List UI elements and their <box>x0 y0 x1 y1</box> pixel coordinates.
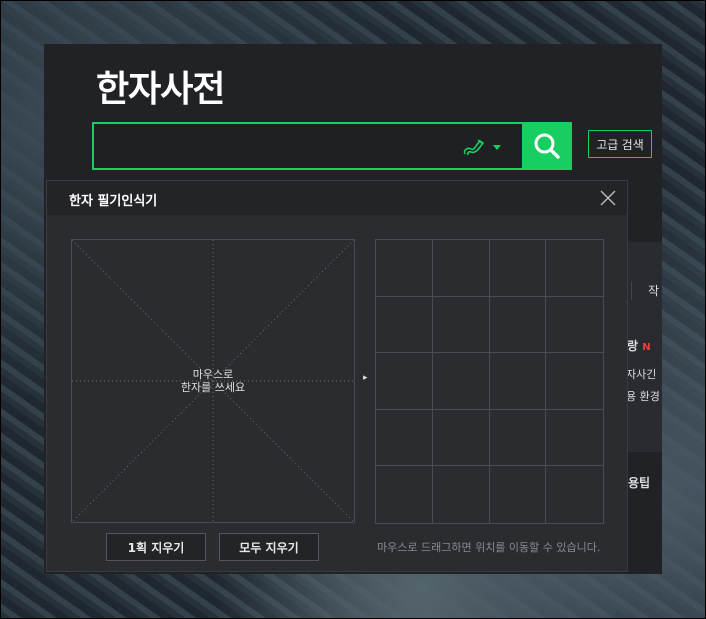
search-button[interactable] <box>522 122 572 170</box>
result-cell[interactable] <box>489 409 547 467</box>
clear-all-button[interactable]: 모두 지우기 <box>219 533 319 561</box>
result-cell[interactable] <box>489 240 547 297</box>
search-input[interactable] <box>92 122 524 170</box>
search-icon <box>534 133 560 159</box>
result-cell[interactable] <box>489 296 547 354</box>
notice-line-1: 자사긴 <box>626 368 657 381</box>
result-cell[interactable] <box>432 296 490 354</box>
new-item-label: 랑 <box>627 339 639 353</box>
result-cell[interactable] <box>490 466 547 523</box>
tab-partial[interactable]: 작 <box>631 282 661 300</box>
close-button[interactable] <box>597 187 619 209</box>
result-cell[interactable] <box>432 240 490 297</box>
result-cell[interactable] <box>376 296 433 354</box>
result-cell[interactable] <box>546 297 603 354</box>
recognition-results-grid[interactable] <box>375 239 604 524</box>
result-cell[interactable] <box>432 353 490 410</box>
result-cell[interactable] <box>376 409 433 467</box>
handwriting-input-toggle[interactable] <box>462 136 506 158</box>
close-icon <box>600 190 616 206</box>
draw-hint-line-2: 한자를 쓰세요 <box>180 381 246 394</box>
popup-title: 한자 필기인식기 <box>69 194 158 209</box>
result-cell[interactable] <box>376 353 433 410</box>
result-cell[interactable] <box>546 466 603 523</box>
new-badge: N <box>642 342 651 353</box>
tips-title-partial: 용팁 <box>628 476 651 490</box>
arrow-right-icon: ▸ <box>363 373 368 383</box>
pen-icon <box>463 139 485 156</box>
handwriting-canvas[interactable]: 마우스로 한자를 쓰세요 <box>71 239 355 523</box>
drag-hint: 마우스로 드래그하면 위치를 이동할 수 있습니다. <box>377 541 601 554</box>
result-cell[interactable] <box>433 466 490 523</box>
popup-header[interactable]: 한자 필기인식기 <box>47 181 627 215</box>
handwriting-recognizer-popup[interactable]: 한자 필기인식기 마우스로 한자를 쓰세요 ▸ 1획 지우기 모두 지우기 마우… <box>46 180 628 572</box>
draw-hint-line-1: 마우스로 <box>192 368 234 381</box>
result-cell[interactable] <box>546 240 603 297</box>
dropdown-caret-icon <box>493 145 501 150</box>
result-cell[interactable] <box>432 409 490 467</box>
result-cell[interactable] <box>546 410 603 467</box>
result-cell[interactable] <box>376 466 433 523</box>
clear-one-stroke-button[interactable]: 1획 지우기 <box>106 533 206 561</box>
result-cell[interactable] <box>489 353 547 410</box>
advanced-search-button[interactable]: 고급 검색 <box>588 130 652 158</box>
tab-partial-label: 작 <box>648 284 660 298</box>
notice-line-2: 용 환경 <box>626 390 660 403</box>
result-cell[interactable] <box>376 240 433 297</box>
page-title: 한자사전 <box>96 69 225 110</box>
new-item-partial[interactable]: 랑 N <box>627 337 651 354</box>
result-cell[interactable] <box>546 353 603 410</box>
draw-hint: 마우스로 한자를 쓰세요 <box>72 368 354 394</box>
